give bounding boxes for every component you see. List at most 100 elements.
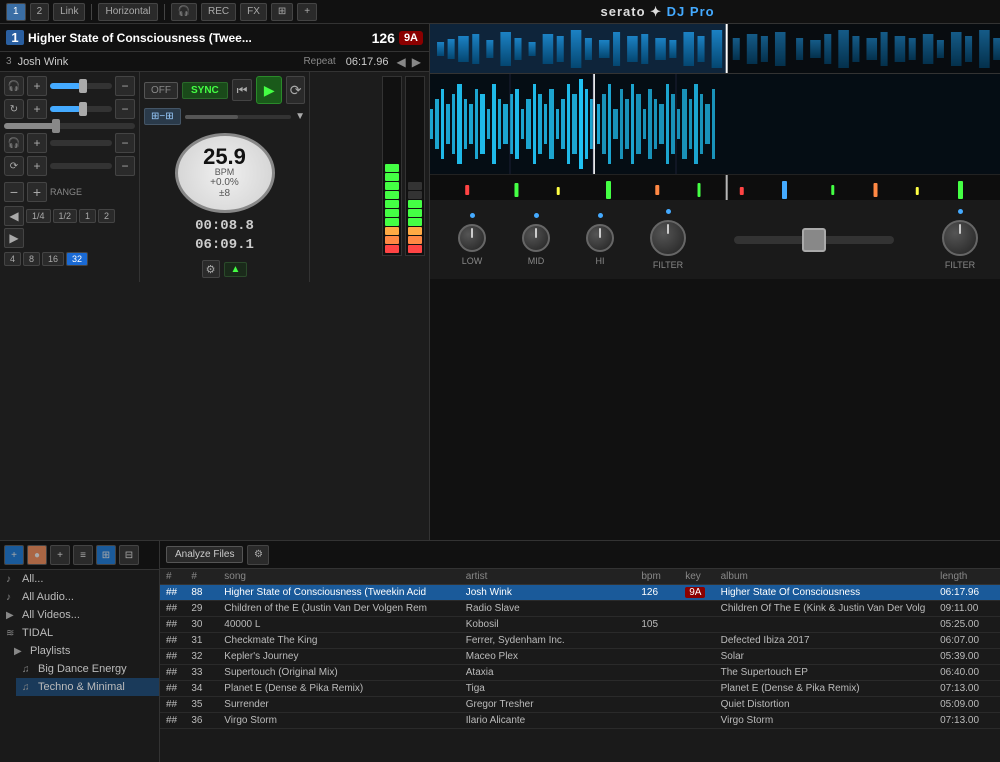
table-row[interactable]: ## 33 Supertouch (Original Mix) Ataxia T…	[160, 665, 1000, 681]
table-row[interactable]: ## 31 Checkmate The King Ferrer, Sydenha…	[160, 633, 1000, 649]
col-bpm[interactable]: bpm	[635, 569, 679, 585]
horizontal-btn[interactable]: Horizontal	[98, 3, 157, 21]
loop-btn-1[interactable]: 1	[79, 209, 96, 223]
eq-minus-2[interactable]: −	[115, 99, 135, 119]
sync-button[interactable]: SYNC	[182, 82, 228, 99]
range-minus[interactable]: −	[4, 182, 24, 202]
table-row[interactable]: ## 36 Virgo Storm Ilario Alicante Virgo …	[160, 713, 1000, 729]
eq-plus-3[interactable]: +	[27, 133, 47, 153]
eq-knob-mid1: MID	[504, 213, 568, 266]
knob-mid1[interactable]	[522, 224, 550, 252]
table-row[interactable]: ## 88 Higher State of Consciousness (Twe…	[160, 585, 1000, 601]
table-row[interactable]: ## 30 40000 L Kobosil 105 05:25.00	[160, 617, 1000, 633]
sidebar-tool-list[interactable]: ≡	[73, 545, 93, 565]
table-row[interactable]: ## 29 Children of the E (Justin Van Der …	[160, 601, 1000, 617]
headphone-btn[interactable]: 🎧	[171, 3, 197, 21]
nav-next[interactable]: ▶	[410, 55, 423, 69]
loop-btn-32[interactable]: 32	[66, 252, 88, 266]
track-info-row1: 1 Higher State of Consciousness (Twee...…	[0, 24, 429, 52]
eq-minus-1[interactable]: −	[115, 76, 135, 96]
knob-filter1[interactable]	[650, 220, 686, 256]
sidebar-tool-add[interactable]: +	[4, 545, 24, 565]
table-row[interactable]: ## 32 Kepler's Journey Maceo Plex Solar …	[160, 649, 1000, 665]
col-key[interactable]: key	[679, 569, 714, 585]
loop-btn-1/2[interactable]: 1/2	[53, 209, 78, 223]
grid-btn[interactable]: ⊞	[271, 3, 293, 21]
sidebar-item-big-dance[interactable]: ♫ Big Dance Energy	[16, 660, 159, 678]
eq-plus-1[interactable]: +	[27, 76, 47, 96]
knob-low1[interactable]	[458, 224, 486, 252]
crossfader-handle[interactable]	[802, 228, 826, 252]
analyze-files-btn[interactable]: Analyze Files	[166, 546, 243, 563]
headphone2-icon[interactable]: 🎧	[4, 133, 24, 153]
pitch-control-btn[interactable]: ⟳	[286, 76, 305, 104]
loop-prev[interactable]: ◀	[4, 206, 24, 226]
td-key	[679, 633, 714, 649]
deck2-btn[interactable]: 2	[30, 3, 50, 21]
eq-plus-2[interactable]: +	[27, 99, 47, 119]
col-length[interactable]: length	[934, 569, 1000, 585]
loop-next[interactable]: ▶	[4, 228, 24, 248]
knob-filter2[interactable]	[942, 220, 978, 256]
td-album: Solar	[715, 649, 935, 665]
sidebar-tool-grid[interactable]: ⊞	[96, 545, 116, 565]
knob-hi1[interactable]	[586, 224, 614, 252]
skip-back-btn[interactable]: ⏮	[232, 79, 253, 101]
rotate-icon[interactable]: ⟳	[4, 156, 24, 176]
range-plus[interactable]: +	[27, 182, 47, 202]
crossfader-group	[704, 236, 924, 244]
play-button[interactable]: ▶	[256, 76, 282, 104]
loop-btn-2[interactable]: 2	[98, 209, 115, 223]
rec-btn[interactable]: REC	[201, 3, 236, 21]
loop-indicator: ⊞−⊞	[144, 108, 181, 125]
sidebar-item-all-videos[interactable]: ▶ All Videos...	[0, 606, 159, 624]
loop-btn-8[interactable]: 8	[23, 252, 40, 266]
sidebar-item-techno[interactable]: ♫ Techno & Minimal	[16, 678, 159, 696]
off-button[interactable]: OFF	[144, 82, 178, 99]
headphone-icon[interactable]: 🎧	[4, 76, 24, 96]
col-song[interactable]: song	[218, 569, 459, 585]
td-bpm	[635, 665, 679, 681]
sidebar-tool-orange[interactable]: ●	[27, 545, 47, 565]
eq-loop-icon[interactable]: ↻	[4, 99, 24, 119]
vu-meter-left	[382, 76, 402, 256]
sidebar-label-techno: Techno & Minimal	[38, 681, 125, 693]
table-row[interactable]: ## 35 Surrender Gregor Tresher Quiet Dis…	[160, 697, 1000, 713]
sidebar-tool-rows[interactable]: ⊟	[119, 545, 139, 565]
plus-btn[interactable]: +	[297, 3, 317, 21]
track-table: # # song artist bpm key album length ## …	[160, 569, 1000, 729]
link-btn[interactable]: Link	[53, 3, 85, 21]
big-dance-icon: ♫	[22, 664, 34, 675]
pitch-down[interactable]: ▼	[295, 111, 305, 122]
col-artist[interactable]: artist	[460, 569, 636, 585]
waveform-overview[interactable]	[430, 24, 1000, 74]
controls-area: 🎧 + − ↻ + −	[0, 72, 429, 282]
sidebar-item-playlists[interactable]: ▶ Playlists	[8, 642, 159, 660]
lib-settings-btn[interactable]: ⚙	[247, 545, 269, 565]
loop-btn-4[interactable]: 4	[4, 252, 21, 266]
col-num[interactable]: #	[185, 569, 218, 585]
loop-btn-16[interactable]: 16	[42, 252, 64, 266]
eq-knob-low1: LOW	[440, 213, 504, 266]
pitch-slider-track[interactable]	[185, 115, 291, 119]
loop-btn-1/4[interactable]: 1/4	[26, 209, 51, 223]
sidebar-tool-add2[interactable]: +	[50, 545, 70, 565]
eq-minus-3[interactable]: −	[115, 133, 135, 153]
eq-minus-4[interactable]: −	[115, 156, 135, 176]
settings-icon[interactable]: ⚙	[202, 260, 220, 278]
sidebar-group-playlists-sub: ♫ Big Dance Energy ♫ Techno & Minimal	[16, 660, 159, 696]
waveform-main[interactable]	[430, 74, 1000, 174]
sidebar-item-all[interactable]: ♪ All...	[0, 570, 159, 588]
nav-prev[interactable]: ◀	[395, 55, 408, 69]
deck1-btn[interactable]: 1	[6, 3, 26, 21]
green-up-btn[interactable]: ▲	[224, 262, 248, 277]
col-album[interactable]: album	[715, 569, 935, 585]
eq-plus-4[interactable]: +	[27, 156, 47, 176]
sidebar-item-tidal[interactable]: ≋ TIDAL	[0, 624, 159, 642]
td-hash: ##	[160, 697, 185, 713]
td-artist: Maceo Plex	[460, 649, 636, 665]
sidebar-item-all-audio[interactable]: ♪ All Audio...	[0, 588, 159, 606]
table-row[interactable]: ## 34 Planet E (Dense & Pika Remix) Tiga…	[160, 681, 1000, 697]
crossfader-track[interactable]	[734, 236, 894, 244]
fx-btn[interactable]: FX	[240, 3, 267, 21]
